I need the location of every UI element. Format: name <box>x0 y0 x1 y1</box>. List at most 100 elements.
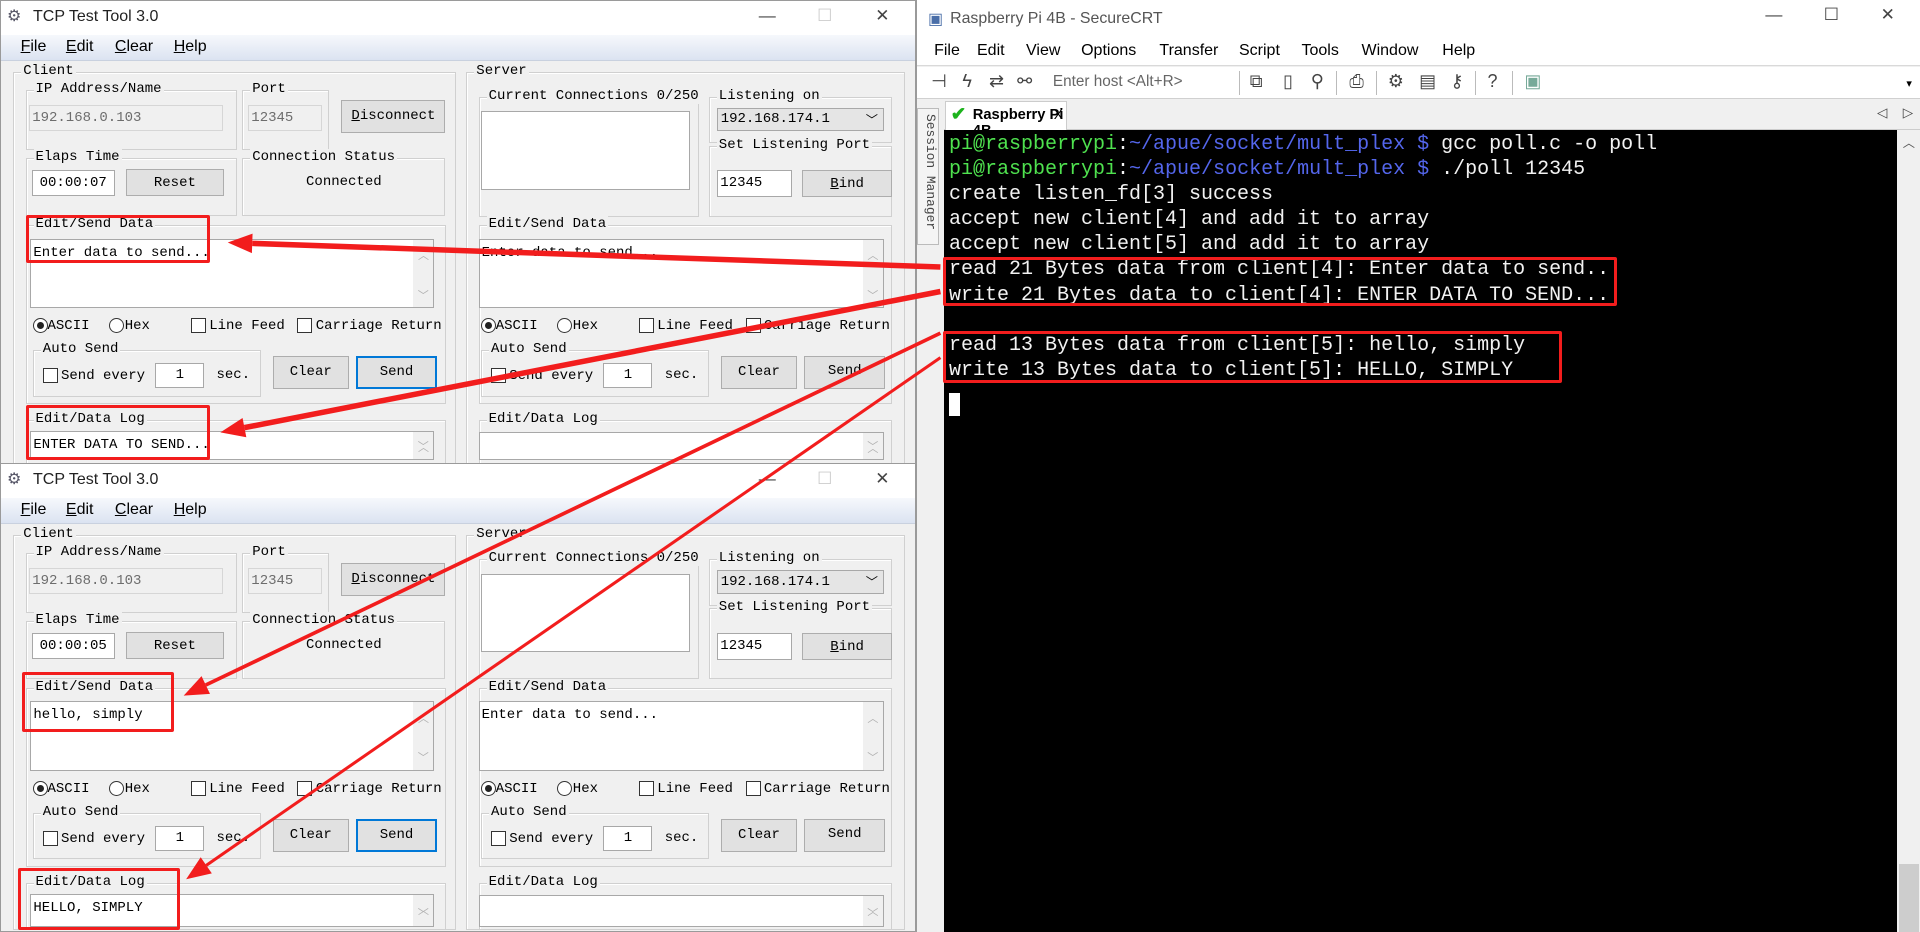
menu-file[interactable]: File <box>934 42 960 60</box>
server-log-textarea-scrollbar[interactable]: ︿ ﹀ <box>862 895 883 926</box>
menu-help[interactable]: Help <box>1442 42 1475 60</box>
client-send-every-label[interactable]: Send every <box>61 368 145 384</box>
scroll-down-icon[interactable]: ﹀ <box>413 438 433 454</box>
server-ascii-label[interactable]: ASCII <box>496 781 538 797</box>
minimize-button[interactable]: — <box>1762 5 1786 25</box>
menu-view[interactable]: View <box>1026 42 1060 60</box>
menu-file[interactable]: File <box>21 38 47 56</box>
client-send-every-checkbox[interactable] <box>42 831 58 847</box>
ip-address-input[interactable]: 192.168.0.103 <box>29 567 223 594</box>
scroll-up-icon[interactable]: ︿ <box>863 710 883 726</box>
keymap-icon[interactable]: ▤ <box>1417 71 1439 92</box>
server-carriage-return-checkbox[interactable] <box>745 318 761 334</box>
client-send-textarea-scrollbar[interactable]: ︿ ﹀ <box>413 702 434 771</box>
client-line-feed-checkbox[interactable] <box>190 318 206 334</box>
server-ascii-label[interactable]: ASCII <box>496 318 538 334</box>
menu-file[interactable]: File <box>21 501 47 519</box>
close-button[interactable]: ✕ <box>1876 5 1900 25</box>
scroll-down-icon[interactable]: ﹀ <box>863 905 883 921</box>
server-carriage-return-label[interactable]: Carriage Return <box>764 318 890 334</box>
server-log-textarea[interactable]: ︿ ﹀ <box>478 894 884 927</box>
menu-options[interactable]: Options <box>1081 42 1136 60</box>
client-clear-button[interactable]: Clear <box>272 356 349 390</box>
client-send-button[interactable]: Send <box>356 356 437 390</box>
port-input[interactable]: 12345 <box>248 105 322 131</box>
server-send-textarea-scrollbar[interactable]: ︿ ﹀ <box>862 239 883 308</box>
server-log-textarea[interactable]: ︿ ﹀ <box>478 432 884 461</box>
server-send-every-label[interactable]: Send every <box>509 368 593 384</box>
server-send-textarea[interactable]: Enter data to send... ︿ ﹀ <box>478 701 884 772</box>
disconnect-button[interactable]: Disconnect <box>341 100 446 134</box>
client-ascii-label[interactable]: ASCII <box>48 781 90 797</box>
client-interval-input[interactable]: 1 <box>155 826 205 851</box>
scroll-down-icon[interactable]: ﹀ <box>413 905 433 921</box>
client-ascii-label[interactable]: ASCII <box>48 318 90 334</box>
settings-icon[interactable]: ⚙ <box>1385 71 1407 92</box>
scroll-down-icon[interactable]: ﹀ <box>863 749 883 765</box>
listening-on-select[interactable]: 192.168.174.1 ﹀ <box>717 570 884 594</box>
port-input[interactable]: 12345 <box>248 567 322 594</box>
client-ascii-radio[interactable] <box>32 318 48 334</box>
menu-transfer[interactable]: Transfer <box>1159 42 1218 60</box>
scroll-down-icon[interactable]: ﹀ <box>863 438 883 454</box>
help-icon[interactable]: ? <box>1482 71 1504 92</box>
menu-tools[interactable]: Tools <box>1302 42 1339 60</box>
minimize-button[interactable]: — <box>755 469 779 489</box>
server-log-textarea-scrollbar[interactable]: ︿ ﹀ <box>862 433 883 460</box>
server-line-feed-label[interactable]: Line Feed <box>657 318 733 334</box>
connections-listbox[interactable] <box>481 574 691 653</box>
client-hex-radio[interactable] <box>108 318 124 334</box>
maximize-button[interactable]: ☐ <box>1819 5 1843 25</box>
copy-icon[interactable]: ⧉ <box>1245 71 1267 92</box>
client-carriage-return-checkbox[interactable] <box>297 780 313 796</box>
session-manager-tab[interactable]: Session Manager <box>917 107 939 245</box>
key-icon[interactable]: ⚷ <box>1446 71 1468 92</box>
server-clear-button[interactable]: Clear <box>721 356 797 390</box>
session-tab[interactable]: ✔ Raspberry Pi 4B X <box>944 101 1068 139</box>
client-carriage-return-label[interactable]: Carriage Return <box>316 781 442 797</box>
reset-button[interactable]: Reset <box>125 168 224 196</box>
maximize-button[interactable]: ☐ <box>813 469 837 489</box>
menu-edit[interactable]: Edit <box>66 501 94 519</box>
client-line-feed-label[interactable]: Line Feed <box>209 318 285 334</box>
close-button[interactable]: ✕ <box>870 6 894 26</box>
scrollbar-thumb[interactable] <box>1898 864 1919 932</box>
paste-icon[interactable]: ▯ <box>1277 71 1299 92</box>
menu-window[interactable]: Window <box>1362 42 1419 60</box>
print-icon[interactable]: ⎙ <box>1346 71 1368 92</box>
listening-port-input[interactable]: 12345 <box>717 632 792 660</box>
client-send-every-checkbox[interactable] <box>42 368 58 384</box>
connect-icon[interactable]: ⊣ <box>928 71 950 92</box>
server-carriage-return-label[interactable]: Carriage Return <box>764 781 890 797</box>
ip-address-input[interactable]: 192.168.0.103 <box>29 105 223 131</box>
menu-script[interactable]: Script <box>1239 42 1280 60</box>
server-interval-input[interactable]: 1 <box>603 826 653 851</box>
menu-clear[interactable]: Clear <box>115 501 153 519</box>
client-interval-input[interactable]: 1 <box>155 363 205 388</box>
client-hex-label[interactable]: Hex <box>125 318 150 334</box>
bind-button[interactable]: Bind <box>801 170 893 197</box>
server-ascii-radio[interactable] <box>481 318 496 334</box>
scroll-up-icon[interactable]: ︿ <box>863 247 883 263</box>
scroll-up-icon[interactable]: ︿ <box>413 710 433 726</box>
client-log-textarea-scrollbar[interactable]: ︿ ﹀ <box>413 431 434 460</box>
bind-button[interactable]: Bind <box>801 632 893 660</box>
menu-help[interactable]: Help <box>174 501 207 519</box>
scroll-down-icon[interactable]: ﹀ <box>413 749 433 765</box>
sftp-icon[interactable]: ▣ <box>1522 71 1544 92</box>
scroll-up-icon[interactable]: ︿ <box>1903 133 1915 151</box>
listening-on-select[interactable]: 192.168.174.1 ﹀ <box>717 107 884 131</box>
server-hex-radio[interactable] <box>556 318 572 334</box>
server-line-feed-checkbox[interactable] <box>639 318 654 334</box>
menu-clear[interactable]: Clear <box>115 38 153 56</box>
server-interval-input[interactable]: 1 <box>603 363 653 388</box>
client-send-every-label[interactable]: Send every <box>61 831 145 847</box>
find-icon[interactable]: ⚲ <box>1306 71 1328 92</box>
menu-edit[interactable]: Edit <box>977 42 1005 60</box>
menu-help[interactable]: Help <box>174 38 207 56</box>
quick-connect-icon[interactable]: ϟ <box>956 71 978 92</box>
client-line-feed-checkbox[interactable] <box>190 780 206 796</box>
server-ascii-radio[interactable] <box>481 780 496 796</box>
client-carriage-return-checkbox[interactable] <box>297 318 313 334</box>
scroll-down-icon[interactable]: ﹀ <box>863 287 883 303</box>
